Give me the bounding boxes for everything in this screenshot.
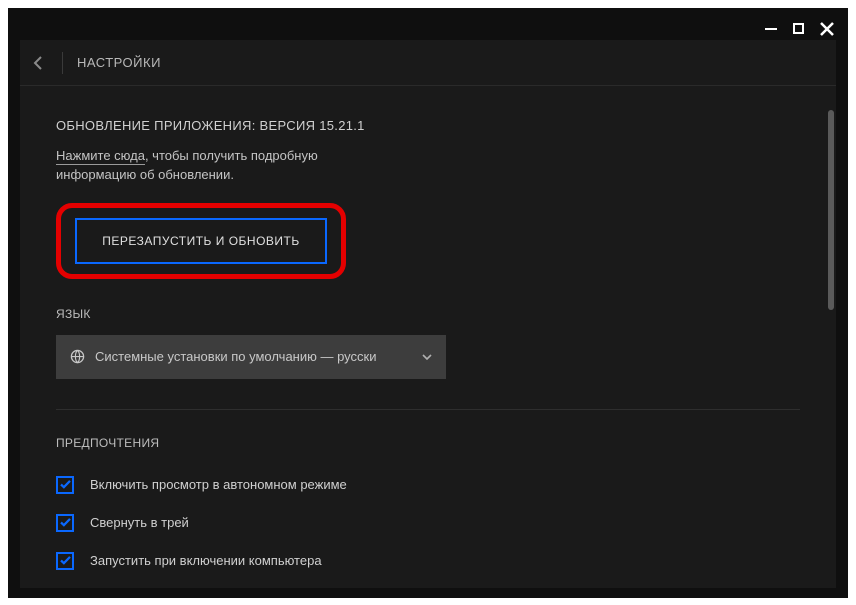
titlebar: НАСТРОЙКИ <box>20 40 836 86</box>
page-title: НАСТРОЙКИ <box>77 55 161 70</box>
pref-label: Запустить при включении компьютера <box>90 553 322 568</box>
checkbox-checked-icon <box>56 552 74 570</box>
release-notes-link[interactable]: Нажмите сюда <box>56 148 145 165</box>
app-panel: НАСТРОЙКИ ОБНОВЛЕНИЕ ПРИЛОЖЕНИЯ: ВЕРСИЯ … <box>20 40 836 588</box>
pref-offline-browsing[interactable]: Включить просмотр в автономном режиме <box>56 476 800 494</box>
scrollbar-thumb[interactable] <box>828 110 834 310</box>
preferences-section-label: ПРЕДПОЧТЕНИЯ <box>56 436 800 450</box>
minimize-button[interactable] <box>765 18 777 39</box>
back-button[interactable] <box>24 56 52 70</box>
pref-label: Свернуть в трей <box>90 515 189 530</box>
pref-launch-on-startup[interactable]: Запустить при включении компьютера <box>56 552 800 570</box>
preferences-section: ПРЕДПОЧТЕНИЯ Включить просмотр в автоном… <box>56 436 800 570</box>
maximize-button[interactable] <box>793 18 804 39</box>
checkbox-checked-icon <box>56 514 74 532</box>
chevron-down-icon <box>422 354 432 360</box>
restart-update-button[interactable]: ПЕРЕЗАПУСТИТЬ И ОБНОВИТЬ <box>75 218 327 264</box>
update-description: Нажмите сюда, чтобы получить подробную и… <box>56 147 396 185</box>
language-section-label: ЯЗЫК <box>56 307 800 321</box>
language-value: Системные установки по умолчанию — русск… <box>95 349 412 364</box>
section-divider <box>56 409 800 410</box>
tutorial-highlight: ПЕРЕЗАПУСТИТЬ И ОБНОВИТЬ <box>56 203 346 279</box>
pref-label: Включить просмотр в автономном режиме <box>90 477 347 492</box>
language-select[interactable]: Системные установки по умолчанию — русск… <box>56 335 446 379</box>
window-controls <box>765 18 834 39</box>
close-button[interactable] <box>820 22 834 36</box>
update-heading: ОБНОВЛЕНИЕ ПРИЛОЖЕНИЯ: ВЕРСИЯ 15.21.1 <box>56 118 800 133</box>
globe-icon <box>70 349 85 364</box>
window-frame: НАСТРОЙКИ ОБНОВЛЕНИЕ ПРИЛОЖЕНИЯ: ВЕРСИЯ … <box>8 8 848 598</box>
checkbox-checked-icon <box>56 476 74 494</box>
content-area: ОБНОВЛЕНИЕ ПРИЛОЖЕНИЯ: ВЕРСИЯ 15.21.1 На… <box>20 86 836 588</box>
title-divider <box>62 52 63 74</box>
pref-minimize-to-tray[interactable]: Свернуть в трей <box>56 514 800 532</box>
